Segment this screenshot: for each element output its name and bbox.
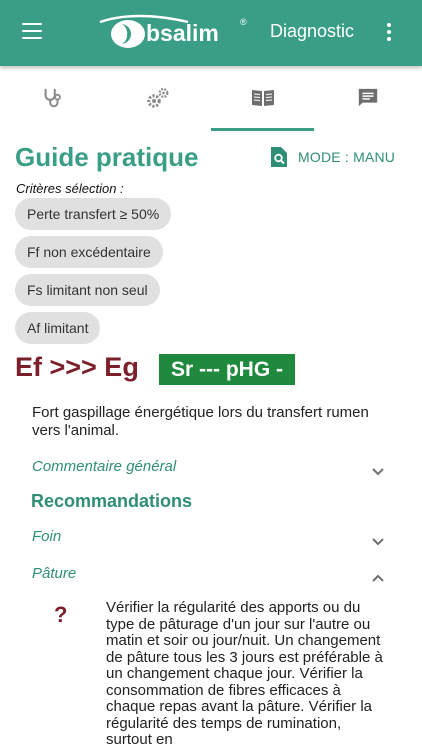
search-document-icon — [271, 147, 287, 167]
tab-settings[interactable] — [106, 66, 210, 130]
stethoscope-icon — [44, 88, 61, 108]
comment-icon — [358, 88, 378, 107]
tab-guide[interactable] — [211, 66, 315, 130]
book-icon — [252, 90, 274, 106]
active-tab-indicator — [211, 128, 314, 131]
chevron-up-icon[interactable] — [371, 573, 385, 583]
chip-af-limitant[interactable]: Af limitant — [15, 312, 101, 344]
menu-icon[interactable] — [22, 23, 42, 40]
chevron-down-icon[interactable] — [371, 467, 385, 477]
accordion-pasture[interactable]: Pâture — [32, 565, 76, 582]
mode-toggle[interactable]: MODE : MANU — [270, 146, 395, 168]
chip-perte-transfert[interactable]: Perte transfert ≥ 50% — [15, 198, 172, 230]
mode-label: MODE : MANU — [298, 149, 396, 165]
svg-text:®: ® — [240, 17, 247, 27]
chevron-down-icon[interactable] — [371, 537, 385, 547]
tab-bar — [0, 66, 422, 132]
svg-text:bsalim: bsalim — [146, 20, 219, 46]
more-vertical-icon[interactable] — [384, 23, 394, 43]
page-title: Guide pratique — [15, 142, 199, 172]
diagnosis-title: Ef >>> Eg — [15, 352, 139, 382]
diagnosis-description: Fort gaspillage énergétique lors du tran… — [32, 404, 369, 439]
accordion-hay[interactable]: Foin — [32, 528, 61, 545]
app-title: Diagnostic — [270, 21, 355, 41]
app-bar: bsalim ® Diagnostic — [0, 0, 422, 66]
accordion-general-comment[interactable]: Commentaire général — [32, 458, 176, 475]
question-mark-icon: ? — [54, 602, 68, 627]
tab-comments[interactable] — [316, 66, 420, 130]
diagnosis-badge: Sr --- pHG - — [159, 354, 295, 385]
chip-ff-non-excedentaire[interactable]: Ff non excédentaire — [15, 236, 163, 268]
chip-fs-limitant[interactable]: Fs limitant non seul — [15, 274, 160, 306]
criteria-label: Critères sélection : — [16, 181, 124, 196]
obsalim-logo: bsalim ® — [99, 14, 247, 48]
pasture-recommendation-text: Vérifier la régularité des apports ou du… — [106, 599, 383, 748]
recommendations-heading: Recommandations — [31, 491, 193, 511]
tab-diagnostic[interactable] — [0, 66, 104, 130]
gears-icon — [147, 88, 169, 108]
